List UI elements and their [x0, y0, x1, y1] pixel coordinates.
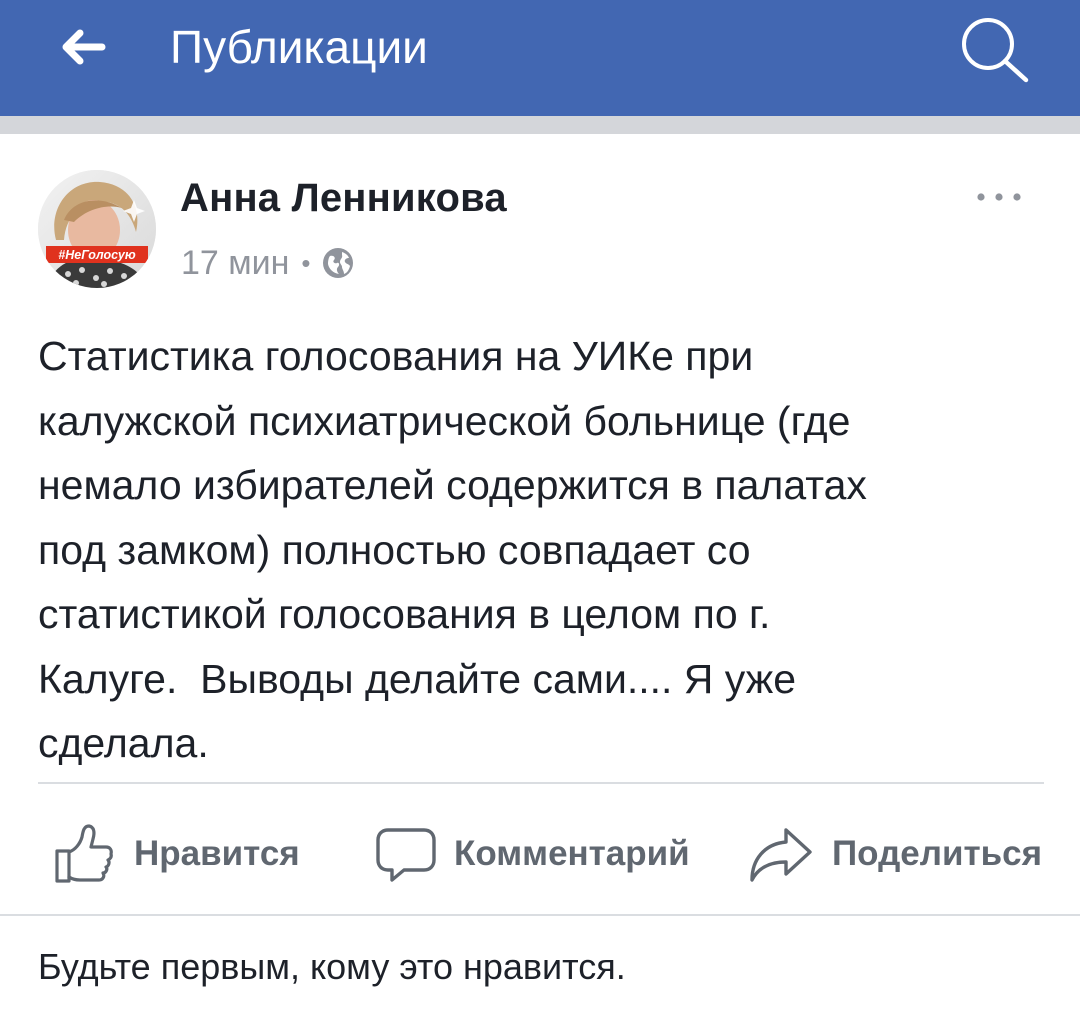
app-bar: Публикации [0, 0, 1080, 116]
more-dots-icon [977, 193, 1021, 201]
author-name[interactable]: Анна Ленникова [180, 176, 507, 221]
divider-bottom [0, 914, 1080, 916]
post-card: #НеГолосую Анна Ленникова 17 мин • Стати… [0, 134, 1080, 1015]
share-icon [750, 828, 812, 882]
likes-summary[interactable]: Будьте первым, кому это нравится. [38, 946, 626, 988]
avatar[interactable]: #НеГолосую [38, 170, 156, 288]
share-label: Поделиться [832, 834, 1043, 873]
header-shadow [0, 116, 1080, 134]
divider-top [38, 782, 1044, 784]
thumbs-up-icon [55, 824, 113, 883]
post-actions: Нравится Комментарий Поделиться [0, 814, 1080, 894]
post-timestamp[interactable]: 17 мин [181, 244, 289, 283]
avatar-badge-text: #НеГолосую [58, 248, 136, 262]
post-text: Статистика голосования на УИКе при калуж… [38, 333, 867, 766]
page-title: Публикации [170, 21, 428, 73]
search-icon [962, 18, 1029, 83]
share-button[interactable]: Поделиться [746, 814, 1042, 894]
like-button[interactable]: Нравится [50, 814, 300, 894]
back-button[interactable] [52, 22, 116, 72]
more-options-button[interactable] [972, 182, 1026, 212]
comment-button[interactable]: Комментарий [374, 814, 690, 894]
avatar-image: #НеГолосую [38, 170, 156, 288]
arrow-left-icon [62, 29, 106, 65]
like-label: Нравится [134, 834, 300, 873]
comment-label: Комментарий [454, 834, 690, 873]
comment-icon [376, 828, 436, 882]
globe-icon [322, 248, 353, 278]
search-button[interactable] [958, 14, 1038, 84]
post-meta: 17 мин • [181, 238, 355, 288]
meta-separator: • [301, 247, 311, 278]
